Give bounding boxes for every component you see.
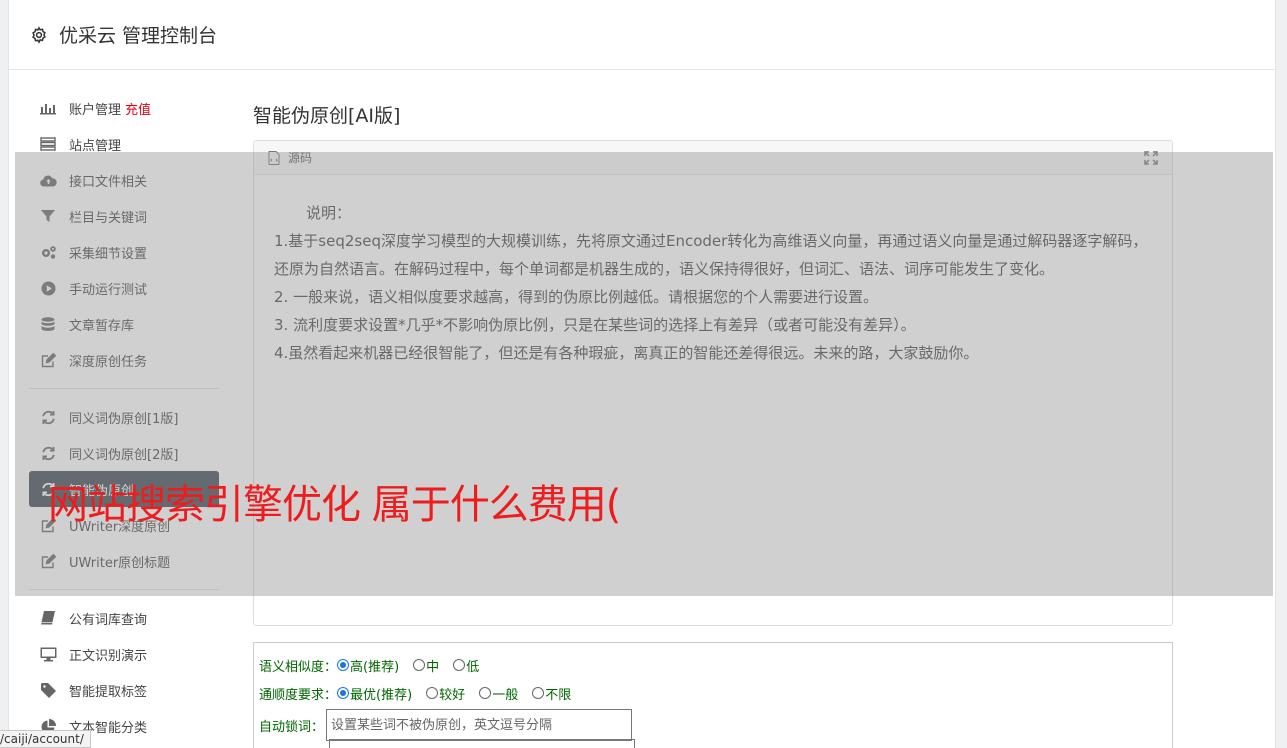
- sidebar-item-label: 公有词库查询: [69, 612, 148, 628]
- radio-button[interactable]: [337, 659, 350, 671]
- main-content: 智能伪原创[AI版] 源码 说明： 1.基于seq2seq深度学习模型的大规模训…: [253, 90, 1173, 748]
- server-icon: [39, 135, 57, 153]
- overlay-watermark-text: 网站搜索引擎优化 属于什么费用(: [48, 482, 621, 528]
- options-form: 语义相似度： 高(推荐) 中 低 通顺度要求： 最优(推荐) 较好 一般 不限 自动锁词：: [253, 642, 1173, 748]
- fluency-row: 通顺度要求： 最优(推荐) 较好 一般 不限: [259, 679, 1167, 707]
- page-title: 智能伪原创[AI版]: [253, 104, 401, 127]
- similarity-option-1[interactable]: 中: [413, 656, 439, 675]
- sidebar-item-label: 站点管理: [69, 138, 122, 154]
- radio-label: 较好: [439, 687, 466, 703]
- recharge-badge[interactable]: 充值: [125, 99, 151, 118]
- fluency-option-0[interactable]: 最优(推荐): [337, 684, 412, 703]
- app-title: 优采云 管理控制台: [59, 25, 218, 47]
- radio-label: 中: [426, 659, 440, 675]
- top-bar: 优采云 管理控制台: [9, 0, 1275, 70]
- fluency-option-2[interactable]: 一般: [479, 684, 518, 703]
- sidebar-item-label: 账户管理: [69, 102, 122, 118]
- fluency-label: 通顺度要求：: [259, 687, 338, 703]
- radio-label: 最优(推荐): [350, 687, 413, 703]
- similarity-label: 语义相似度：: [259, 659, 338, 675]
- radio-button[interactable]: [426, 687, 439, 699]
- similarity-option-2[interactable]: 低: [453, 656, 479, 675]
- fluency-option-3[interactable]: 不限: [532, 684, 571, 703]
- radio-label: 不限: [545, 687, 572, 703]
- sidebar-item-label: 正文识别演示: [69, 648, 148, 664]
- similarity-option-0[interactable]: 高(推荐): [337, 656, 399, 675]
- book-icon: [39, 609, 57, 627]
- radio-label: 高(推荐): [350, 659, 400, 675]
- radio-button[interactable]: [479, 687, 492, 699]
- status-bar-url: /caiji/account/: [0, 730, 91, 748]
- radio-button[interactable]: [337, 687, 350, 699]
- radio-label: 低: [466, 659, 480, 675]
- tag-icon: [39, 681, 57, 699]
- radio-button[interactable]: [532, 687, 545, 699]
- sidebar-item-text-recognition[interactable]: 正文识别演示: [29, 636, 219, 672]
- radio-button[interactable]: [453, 659, 466, 671]
- monitor-icon: [39, 645, 57, 663]
- secondary-input[interactable]: [329, 739, 635, 748]
- lock-words-label: 自动锁词：: [259, 719, 325, 735]
- sidebar-item-label: 智能提取标签: [69, 684, 148, 700]
- bar-chart-icon: [39, 99, 57, 117]
- sidebar-item-smart-tags[interactable]: 智能提取标签: [29, 672, 219, 708]
- fluency-option-1[interactable]: 较好: [426, 684, 465, 703]
- similarity-row: 语义相似度： 高(推荐) 中 低: [259, 651, 1167, 679]
- gear-icon: [29, 25, 49, 45]
- radio-button[interactable]: [413, 659, 426, 671]
- lock-words-input[interactable]: [326, 709, 633, 741]
- sidebar-item-account[interactable]: 账户管理 充值: [29, 90, 219, 126]
- lock-words-row: 自动锁词：: [259, 707, 1167, 743]
- radio-label: 一般: [492, 687, 519, 703]
- sidebar-item-public-lexicon[interactable]: 公有词库查询: [29, 600, 219, 636]
